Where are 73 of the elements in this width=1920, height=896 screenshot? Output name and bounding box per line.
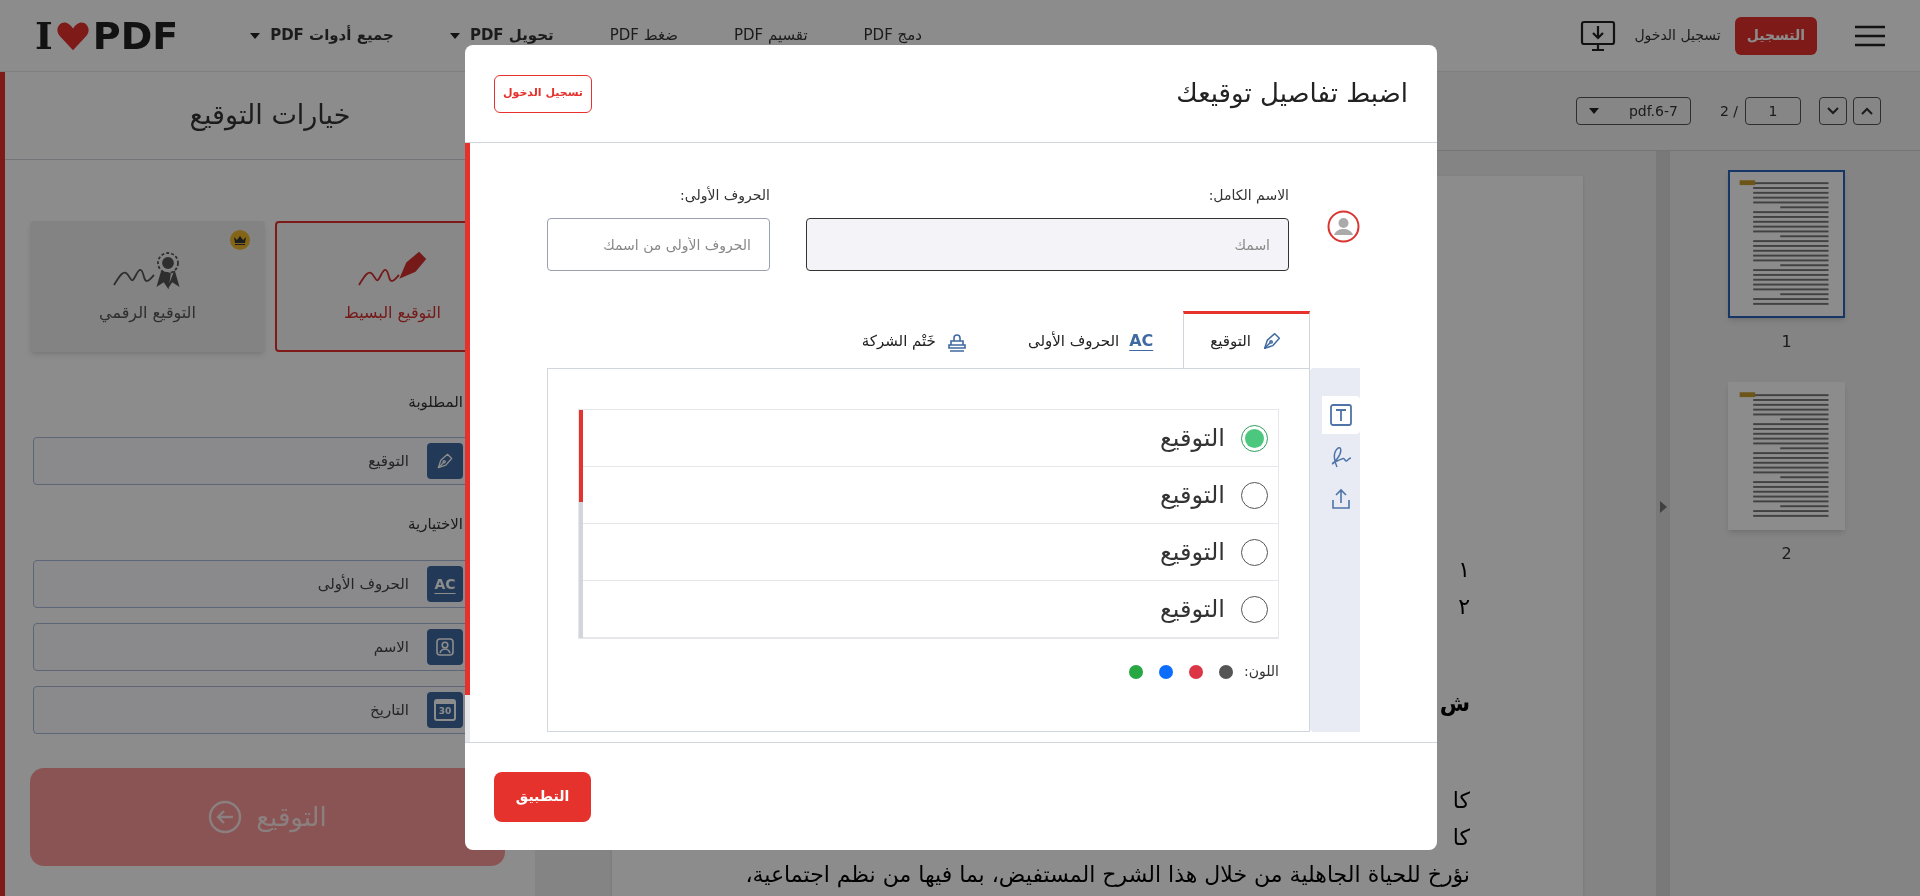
field-label: الحروف الأولى [317, 573, 409, 595]
section-heading: المطلوبة [408, 393, 463, 411]
nav-link[interactable]: تقسيم PDF [733, 24, 808, 47]
card-label: التوقيع الرقمي [99, 301, 196, 325]
field-label: التاريخ [370, 699, 409, 721]
document-text: كا [1452, 824, 1470, 852]
initials-icon: AC [1129, 329, 1154, 353]
nav-link[interactable]: جميع أدوات PDF [250, 24, 394, 47]
dialog-title: اضبط تفاصيل توقيعك [1176, 77, 1408, 111]
login-button[interactable]: تسجيل الدخول [494, 74, 592, 113]
page-thumbnail[interactable] [1728, 170, 1845, 318]
page-thumbnail[interactable] [1728, 382, 1845, 530]
upload-icon [1330, 488, 1352, 510]
pen-icon [435, 451, 455, 471]
nav-link[interactable]: ضغط PDF [609, 24, 678, 47]
apply-button[interactable]: التطبيق [494, 771, 591, 822]
avatar-icon [1327, 210, 1360, 243]
tool-button[interactable] [1322, 396, 1360, 434]
heart-icon [54, 19, 91, 52]
field-label: الحروف الأولى: [679, 185, 770, 203]
chevron-down-icon [1827, 107, 1839, 115]
initials-icon: AC [427, 566, 463, 602]
section-heading: الاختيارية [407, 515, 463, 533]
page-number: 1 [1781, 331, 1792, 353]
color-swatch[interactable] [1128, 664, 1143, 679]
page-number: 2 [1781, 543, 1792, 565]
login-link[interactable]: تسجيل الدخول [1634, 25, 1721, 46]
person-icon [435, 637, 455, 657]
file-dropdown[interactable]: pdf.6-7 [1575, 97, 1691, 125]
full-name-field[interactable]: اسمك [806, 218, 1289, 271]
signature-icon [1329, 446, 1353, 468]
signature-style-text: التوقيع [1159, 537, 1225, 568]
page-count: 2 / [1719, 101, 1738, 121]
next-page-button[interactable] [1819, 97, 1847, 125]
menu-icon[interactable] [1855, 24, 1885, 47]
field-label: التوقيع [368, 450, 409, 472]
field-label: الاسم [373, 636, 409, 658]
color-swatch[interactable] [1188, 664, 1203, 679]
signature-style-text: التوقيع [1159, 480, 1225, 511]
signup-button[interactable]: التسجيل [1734, 16, 1817, 55]
tab[interactable]: خَتْم الشركة [831, 311, 998, 368]
field-label: الاسم الكامل: [1207, 186, 1289, 203]
color-swatch[interactable] [1218, 664, 1233, 679]
nav-link[interactable]: دمج PDF [863, 24, 922, 47]
color-label: اللون: [1243, 662, 1279, 682]
scrollbar-thumb[interactable] [465, 143, 470, 695]
arrow-circle-icon [208, 800, 243, 834]
page-input[interactable]: 1 [1745, 97, 1801, 125]
list-scrollbar-thumb[interactable] [579, 410, 583, 502]
crown-icon [230, 230, 250, 250]
tab[interactable]: التوقيع [1183, 311, 1310, 368]
calendar-icon: 30 [427, 692, 463, 728]
color-swatch[interactable] [1158, 664, 1173, 679]
prev-page-button[interactable] [1853, 97, 1881, 125]
collapse-handle-icon[interactable] [1659, 501, 1667, 513]
document-text: ١ [1458, 556, 1470, 584]
chevron-up-icon [1861, 107, 1873, 115]
card-label: التوقيع البسيط [344, 301, 441, 325]
document-text: ٢ [1458, 593, 1470, 621]
document-text: ش [1439, 690, 1470, 718]
signature-type-card[interactable]: التوقيع الرقمي [30, 221, 265, 352]
logo[interactable]: I PDF [35, 16, 179, 55]
document-text: كا [1452, 787, 1470, 815]
caret-icon [1588, 108, 1599, 114]
download-icon[interactable] [1580, 19, 1617, 52]
document-text: نؤرخ للحياة الجاهلية من خلال هذا الشرح المستفيض، بما فيها من نظم اجتماعية، [745, 861, 1470, 890]
text-tool-icon [1330, 404, 1352, 426]
nav-link[interactable]: تحويل PDF [449, 24, 554, 47]
signature-style-text: التوقيع [1159, 423, 1225, 454]
panel-title: خيارات التوقيع [189, 98, 351, 133]
signature-style-text: التوقيع [1159, 594, 1225, 625]
pen-icon [1261, 330, 1283, 352]
initials-field[interactable]: الحروف الأولى من اسمك [547, 218, 770, 271]
